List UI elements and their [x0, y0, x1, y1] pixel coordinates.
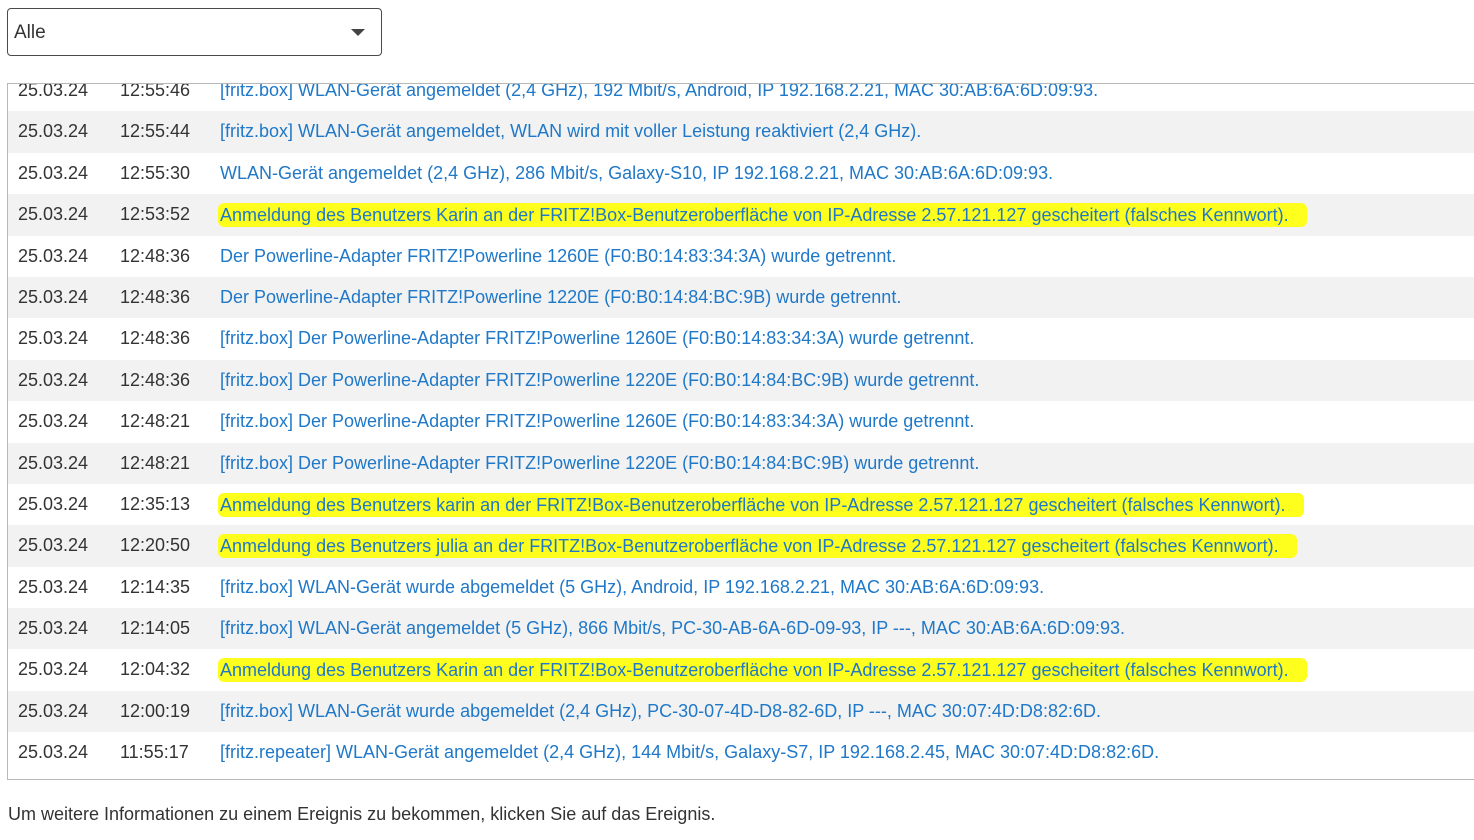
event-row[interactable]: 25.03.24 12:53:52 Anmeldung des Benutzers … [8, 194, 1474, 236]
event-row[interactable]: 25.03.24 12:48:21 [fritz.box] Der Powerlin… [8, 442, 1474, 484]
event-message[interactable]: [fritz.box] Der Powerline-Adapter FRITZ!… [220, 318, 974, 359]
event-time: 12:14:35 [120, 576, 191, 597]
event-row[interactable]: 25.03.24 12:48:36 [fritz.box] Der Powerlin… [8, 359, 1474, 402]
event-date: 25.03.24 [18, 83, 89, 100]
event-row[interactable]: 25.03.24 12:48:36 Der Powerline-Adapter FR… [8, 276, 1474, 319]
event-time: 11:55:17 [120, 742, 189, 763]
event-log-rows: 25.03.24 12:55:46 [fritz.box] WLAN-Gerät a… [8, 83, 1474, 774]
event-row[interactable]: 25.03.24 12:48:21 [fritz.box] Der Powerlin… [8, 401, 1474, 443]
event-date: 25.03.24 [18, 369, 89, 390]
event-time: 12:55:44 [120, 121, 191, 142]
event-time: 12:48:36 [120, 328, 191, 349]
event-message[interactable]: [fritz.box] WLAN-Gerät angemeldet (5 GHz… [220, 608, 1125, 649]
event-date: 25.03.24 [18, 411, 89, 432]
event-row[interactable]: 25.03.24 12:14:05 [fritz.box] WLAN-Gerät a… [8, 608, 1474, 650]
event-message[interactable]: [fritz.box] Der Powerline-Adapter FRITZ!… [220, 360, 979, 401]
event-message[interactable]: [fritz.box] WLAN-Gerät angemeldet (2,4 G… [220, 84, 1098, 111]
event-filter-value: Alle [14, 22, 46, 43]
event-row[interactable]: 25.03.24 12:55:44 [fritz.box] WLAN-Gerät a… [8, 111, 1474, 153]
event-row[interactable]: 25.03.24 12:55:30 WLAN-Gerät angemeldet (2… [8, 152, 1474, 195]
event-message-highlighted[interactable]: Anmeldung des Benutzers julia an der FRI… [218, 534, 1297, 559]
event-time: 12:53:52 [120, 204, 191, 225]
event-time: 12:04:32 [120, 659, 191, 680]
event-row[interactable]: 25.03.24 11:55:17 [fritz.repeater] WLAN-Ge… [8, 732, 1474, 774]
event-time: 12:20:50 [120, 535, 191, 556]
event-date: 25.03.24 [18, 245, 89, 266]
event-time: 12:48:36 [120, 245, 191, 266]
event-time: 12:48:36 [120, 369, 191, 390]
event-date: 25.03.24 [18, 742, 89, 763]
event-row[interactable]: 25.03.24 12:48:36 [fritz.box] Der Powerlin… [8, 318, 1474, 360]
event-message[interactable]: WLAN-Gerät angemeldet (2,4 GHz), 286 Mbi… [220, 153, 1053, 194]
event-date: 25.03.24 [18, 659, 89, 680]
event-date: 25.03.24 [18, 535, 89, 556]
event-message-highlighted[interactable]: Anmeldung des Benutzers Karin an der FRI… [218, 203, 1307, 228]
event-message[interactable]: Der Powerline-Adapter FRITZ!Powerline 12… [220, 236, 896, 277]
event-date: 25.03.24 [18, 452, 89, 473]
event-message[interactable]: [fritz.box] WLAN-Gerät wurde abgemeldet … [220, 567, 1044, 608]
event-date: 25.03.24 [18, 618, 89, 639]
event-time: 12:48:21 [120, 452, 191, 473]
event-row[interactable]: 25.03.24 12:35:13 Anmeldung des Benutzers … [8, 483, 1474, 526]
event-date: 25.03.24 [18, 162, 89, 183]
event-date: 25.03.24 [18, 204, 89, 225]
event-row[interactable]: 25.03.24 12:20:50 Anmeldung des Benutzers … [8, 525, 1474, 567]
event-row[interactable]: 25.03.24 12:04:32 Anmeldung des Benutzers … [8, 649, 1474, 691]
event-date: 25.03.24 [18, 493, 89, 514]
event-message-highlighted[interactable]: Anmeldung des Benutzers Karin an der FRI… [218, 658, 1307, 683]
event-time: 12:35:13 [120, 493, 191, 514]
event-message[interactable]: [fritz.repeater] WLAN-Gerät angemeldet (… [220, 732, 1159, 773]
event-message[interactable]: [fritz.box] Der Powerline-Adapter FRITZ!… [220, 401, 974, 442]
event-date: 25.03.24 [18, 328, 89, 349]
event-message[interactable]: Der Powerline-Adapter FRITZ!Powerline 12… [220, 277, 901, 318]
event-time: 12:14:05 [120, 618, 191, 639]
event-date: 25.03.24 [18, 700, 89, 721]
event-log-list[interactable]: 25.03.24 12:55:46 [fritz.box] WLAN-Gerät a… [7, 83, 1474, 780]
event-message[interactable]: [fritz.box] Der Powerline-Adapter FRITZ!… [220, 443, 979, 484]
event-date: 25.03.24 [18, 576, 89, 597]
event-date: 25.03.24 [18, 286, 89, 307]
event-message[interactable]: [fritz.box] WLAN-Gerät wurde abgemeldet … [220, 691, 1101, 732]
event-time: 12:55:30 [120, 162, 191, 183]
event-row[interactable]: 25.03.24 12:14:35 [fritz.box] WLAN-Gerät w… [8, 566, 1474, 609]
chevron-down-icon [351, 29, 365, 36]
event-row[interactable]: 25.03.24 12:00:19 [fritz.box] WLAN-Gerät w… [8, 690, 1474, 733]
event-message[interactable]: [fritz.box] WLAN-Gerät angemeldet, WLAN … [220, 111, 921, 152]
event-time: 12:48:36 [120, 286, 191, 307]
event-time: 12:55:46 [120, 83, 191, 100]
event-time: 12:00:19 [120, 700, 191, 721]
event-message-highlighted[interactable]: Anmeldung des Benutzers karin an der FRI… [218, 492, 1304, 517]
event-date: 25.03.24 [18, 121, 89, 142]
event-row[interactable]: 25.03.24 12:55:46 [fritz.box] WLAN-Gerät a… [8, 83, 1474, 112]
event-time: 12:48:21 [120, 411, 191, 432]
help-note: Um weitere Informationen zu einem Ereign… [8, 804, 716, 824]
event-filter-select[interactable]: Alle [7, 8, 382, 56]
event-row[interactable]: 25.03.24 12:48:36 Der Powerline-Adapter FR… [8, 235, 1474, 277]
